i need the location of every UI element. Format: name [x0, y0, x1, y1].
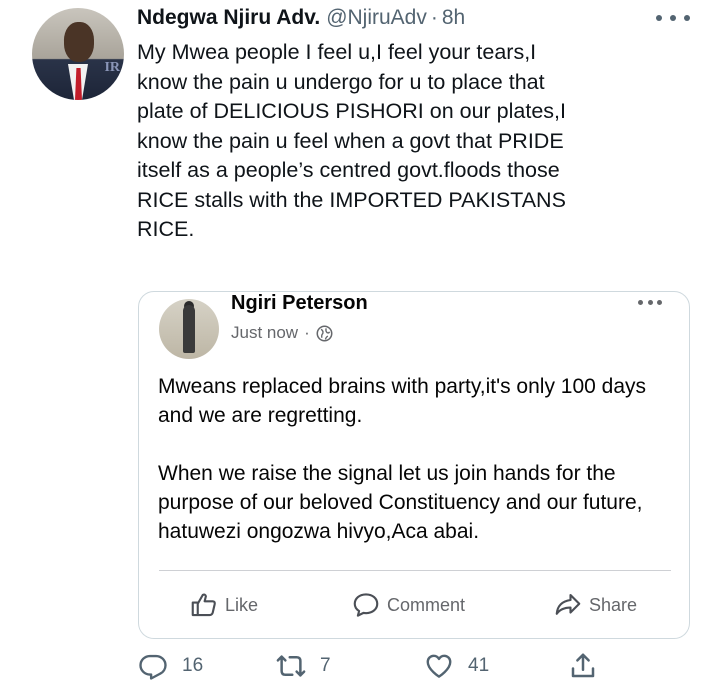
quoted-post-card[interactable]: Ngiri Peterson Just now · Mweans replace… [138, 291, 690, 639]
more-dot [647, 299, 653, 305]
like-tweet-button[interactable]: 41 [424, 651, 489, 681]
avatar-figure [183, 305, 195, 353]
post-meta: Just now · [231, 323, 333, 343]
reply-bubble-icon [139, 654, 167, 680]
retweet-count: 7 [320, 655, 331, 676]
share-button[interactable]: Share [553, 590, 637, 620]
more-dot [638, 299, 643, 305]
author-handle[interactable]: @NjiruAdv [326, 6, 427, 30]
more-dot [657, 299, 662, 305]
like-count: 41 [468, 655, 490, 676]
avatar-backdrop-letters: IR [104, 60, 120, 75]
retweet-button[interactable]: 7 [276, 651, 331, 681]
post-body: Mweans replaced brains with party,it's o… [158, 372, 678, 575]
avatar-head [64, 22, 94, 62]
author-avatar[interactable]: IR [32, 8, 124, 100]
more-horizontal-icon[interactable] [656, 10, 690, 26]
share-upload-icon [571, 653, 595, 678]
post-paragraph-1: Mweans replaced brains with party,it's o… [158, 375, 647, 427]
share-tweet-button[interactable] [568, 651, 612, 681]
heart-icon [426, 654, 452, 678]
tweet-timestamp[interactable]: 8h [442, 6, 465, 30]
reply-count: 16 [182, 655, 204, 676]
more-dot [684, 15, 690, 21]
retweet-icon [276, 655, 306, 677]
post-divider [159, 570, 671, 571]
reply-button[interactable]: 16 [138, 651, 203, 681]
tweet-text: My Mwea people I feel u,I feel your tear… [137, 40, 566, 241]
author-display-name[interactable]: Ndegwa Njiru Adv. [137, 6, 320, 30]
post-paragraph-2: When we raise the signal let us join han… [158, 462, 643, 543]
more-dot [656, 15, 662, 21]
header-separator: · [430, 6, 438, 29]
like-button[interactable]: Like [189, 590, 258, 620]
share-arrow-icon [555, 593, 581, 615]
more-dot [670, 15, 676, 21]
comment-button[interactable]: Comment [351, 590, 465, 620]
post-author-name[interactable]: Ngiri Peterson [231, 292, 368, 315]
comment-label: Comment [387, 594, 466, 615]
globe-icon [316, 325, 333, 341]
post-more-icon[interactable] [638, 298, 662, 306]
post-author-avatar[interactable] [159, 299, 219, 359]
comment-bubble-icon [353, 593, 379, 617]
like-label: Like [225, 594, 259, 615]
post-meta-separator: · [304, 323, 310, 342]
share-label: Share [589, 594, 638, 615]
tweet-header: Ndegwa Njiru Adv. @NjiruAdv · 8h [137, 6, 465, 32]
thumbs-up-icon [191, 593, 216, 617]
post-time: Just now [231, 323, 299, 342]
